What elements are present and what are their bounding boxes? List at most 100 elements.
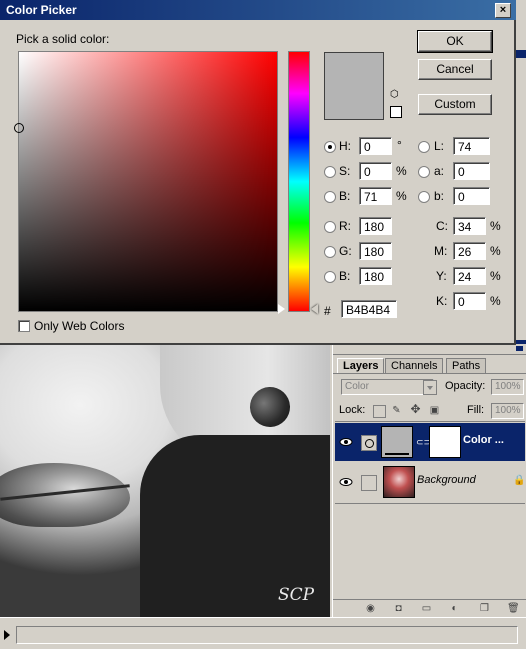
- brightness-field[interactable]: 71: [359, 187, 392, 205]
- layer-thumbnail-background: [383, 466, 415, 498]
- lock-transparency-icon[interactable]: [373, 405, 386, 418]
- black-field[interactable]: 0: [453, 292, 486, 310]
- lock-icon: 🔒: [513, 475, 526, 486]
- photo-signature: SCP: [278, 585, 315, 605]
- blend-mode-chevron-down-icon[interactable]: [423, 380, 437, 395]
- current-color-swatch: [324, 52, 384, 120]
- saturation-radio[interactable]: [324, 166, 336, 178]
- brightness-unit: %: [396, 189, 407, 203]
- ok-button[interactable]: OK: [417, 30, 493, 53]
- hex-field[interactable]: B4B4B4: [341, 300, 397, 318]
- lightness-field[interactable]: 74: [453, 137, 490, 155]
- fill-label: Fill:: [467, 404, 485, 416]
- color-picker-dialog: Color Picker × Pick a solid color: ⬡ OK …: [0, 0, 516, 345]
- move-icon[interactable]: ✥: [410, 403, 421, 415]
- cyan-label: C:: [436, 219, 448, 233]
- layer-list-divider: [335, 421, 525, 422]
- hue-radio[interactable]: [324, 141, 336, 153]
- hue-unit: °: [397, 138, 402, 152]
- lightness-radio[interactable]: [418, 141, 430, 153]
- brush-icon[interactable]: ✎: [391, 405, 402, 416]
- a-channel-label: a:: [434, 164, 445, 178]
- background-window-edge: [516, 0, 526, 345]
- b-channel-field[interactable]: 0: [453, 187, 490, 205]
- close-icon[interactable]: ×: [495, 3, 511, 18]
- custom-button[interactable]: Custom: [418, 94, 492, 115]
- cube-icon[interactable]: ⬡: [390, 90, 400, 100]
- hue-slider-left-handle[interactable]: [278, 304, 285, 314]
- brightness-radio[interactable]: [324, 191, 336, 203]
- green-radio[interactable]: [324, 246, 336, 258]
- mask-icon[interactable]: ◘: [393, 603, 404, 614]
- web-safe-swatch[interactable]: [390, 106, 402, 118]
- color-field-cursor[interactable]: [14, 123, 24, 133]
- blue-radio[interactable]: [324, 271, 336, 283]
- link-slot: [361, 475, 377, 491]
- tab-layers[interactable]: Layers: [337, 358, 385, 373]
- hue-slider-right-handle[interactable]: [311, 304, 318, 314]
- title-bar[interactable]: Color Picker ×: [0, 0, 516, 20]
- brightness-label: B:: [339, 189, 351, 203]
- hue-label: H:: [339, 139, 351, 153]
- background-window-bar-bottom: [516, 340, 526, 344]
- cyan-field[interactable]: 34: [453, 217, 486, 235]
- fx-icon[interactable]: ◉: [365, 603, 376, 614]
- layer-name-background: Background: [417, 474, 476, 486]
- tab-paths[interactable]: Paths: [446, 358, 487, 373]
- play-icon[interactable]: [4, 630, 10, 640]
- yellow-field[interactable]: 24: [453, 267, 486, 285]
- a-channel-field[interactable]: 0: [453, 162, 490, 180]
- hex-label: #: [324, 304, 331, 318]
- eye-icon[interactable]: [339, 435, 353, 449]
- layer-row-color[interactable]: ⊂⊃ Color ...: [335, 423, 525, 461]
- status-field: [16, 626, 518, 644]
- trash-icon[interactable]: 🗑: [507, 603, 520, 614]
- b-channel-label: b:: [434, 189, 445, 203]
- opacity-field[interactable]: 100%: [491, 379, 524, 395]
- red-field[interactable]: 180: [359, 217, 392, 235]
- opacity-label: Opacity:: [445, 380, 486, 392]
- magenta-unit: %: [490, 244, 501, 258]
- color-field[interactable]: [14, 51, 278, 312]
- fill-field[interactable]: 100%: [491, 403, 524, 419]
- layer-row-background[interactable]: Background 🔒: [335, 463, 525, 501]
- red-radio[interactable]: [324, 221, 336, 233]
- tab-channels[interactable]: Channels: [385, 358, 444, 373]
- blue-label: B:: [339, 269, 351, 283]
- palette-header: [333, 345, 526, 355]
- blue-field[interactable]: 180: [359, 267, 392, 285]
- lightness-label: L:: [434, 139, 445, 153]
- saturation-field[interactable]: 0: [359, 162, 392, 180]
- palette-collapse-icon[interactable]: [516, 346, 523, 351]
- hue-slider[interactable]: [288, 51, 310, 312]
- saturation-label: S:: [339, 164, 351, 178]
- b-channel-radio[interactable]: [418, 191, 430, 203]
- black-unit: %: [490, 294, 501, 308]
- green-field[interactable]: 180: [359, 242, 392, 260]
- pick-color-label: Pick a solid color:: [16, 32, 110, 46]
- green-label: G:: [339, 244, 352, 258]
- layer-mask-thumbnail: [429, 426, 461, 458]
- blend-mode-select[interactable]: Color: [341, 379, 434, 395]
- layer-list-bottom: [335, 503, 525, 504]
- adjustment-layer-icon[interactable]: ◐: [449, 603, 460, 614]
- document-canvas[interactable]: SCP: [0, 345, 330, 617]
- layers-toolbar: ◉ ◘ ▭ ◐ ❐ 🗑: [333, 599, 526, 618]
- lock-icon[interactable]: ▣: [429, 405, 440, 416]
- folder-icon[interactable]: ▭: [421, 603, 432, 614]
- lock-label: Lock:: [339, 404, 366, 416]
- tab-divider: [333, 373, 526, 374]
- cancel-button[interactable]: Cancel: [418, 59, 492, 80]
- black-label: K:: [436, 294, 448, 308]
- eye-icon[interactable]: [339, 475, 353, 489]
- a-channel-radio[interactable]: [418, 166, 430, 178]
- magenta-field[interactable]: 26: [453, 242, 486, 260]
- hue-field[interactable]: 0: [359, 137, 392, 155]
- only-web-colors-label: Only Web Colors: [34, 319, 125, 333]
- cyan-unit: %: [490, 219, 501, 233]
- only-web-colors-checkbox[interactable]: [18, 320, 30, 332]
- new-layer-icon[interactable]: ❐: [479, 603, 490, 614]
- yellow-label: Y:: [436, 269, 447, 283]
- background-window-bar: [516, 50, 526, 58]
- dialog-title: Color Picker: [6, 3, 77, 17]
